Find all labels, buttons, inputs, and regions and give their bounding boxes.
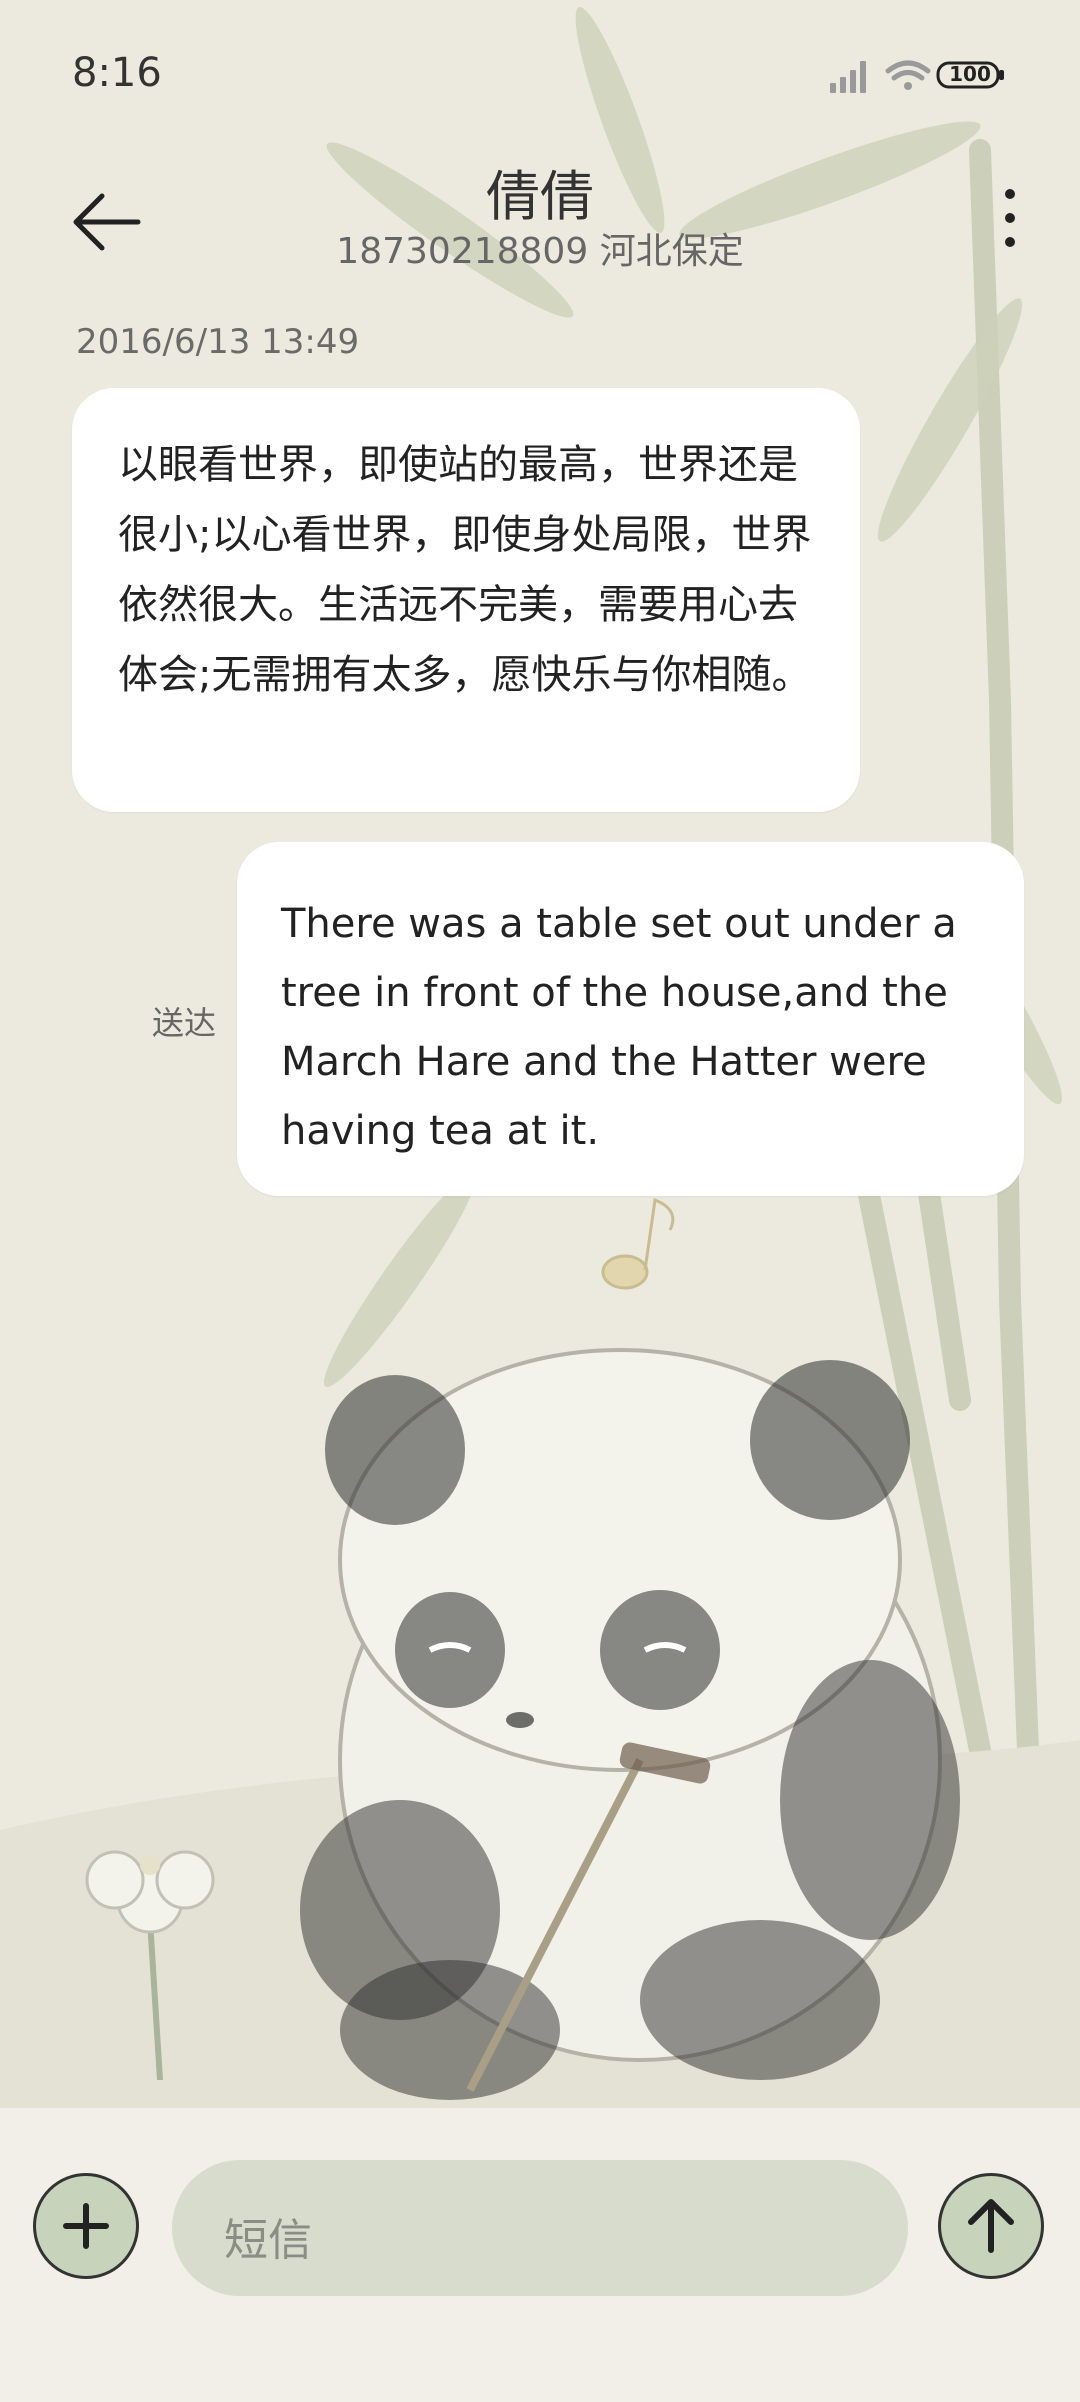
conversation-header: 倩倩 18730218809 河北保定 bbox=[0, 140, 1080, 300]
more-options-button[interactable] bbox=[980, 182, 1040, 262]
plus-icon bbox=[63, 2203, 109, 2249]
send-button[interactable] bbox=[938, 2173, 1044, 2279]
contact-name: 倩倩 bbox=[486, 165, 594, 228]
message-input[interactable]: 短信 bbox=[172, 2160, 908, 2296]
status-time: 8:16 bbox=[72, 50, 162, 96]
wifi-icon bbox=[885, 60, 931, 90]
message-timestamp: 2016/6/13 13:49 bbox=[76, 322, 360, 362]
message-text: 以眼看世界，即使站的最高，世界还是很小;以心看世界，即使身处局限，世界依然很大。… bbox=[118, 442, 812, 698]
attach-button[interactable] bbox=[33, 2173, 139, 2279]
message-input-placeholder: 短信 bbox=[224, 2215, 312, 2266]
more-vertical-icon bbox=[1005, 189, 1015, 247]
incoming-message-bubble[interactable]: 以眼看世界，即使站的最高，世界还是很小;以心看世界，即使身处局限，世界依然很大。… bbox=[72, 388, 860, 812]
status-icons: 100 bbox=[828, 55, 1008, 95]
battery-level: 100 bbox=[949, 62, 991, 86]
signal-icon bbox=[830, 61, 866, 93]
delivery-status: 送达 bbox=[152, 1004, 217, 1042]
message-text: There was a table set out under a tree i… bbox=[281, 901, 957, 1154]
status-bar: 8:16 100 bbox=[0, 0, 1080, 150]
contact-info: 18730218809 河北保定 bbox=[336, 231, 744, 272]
arrow-up-icon bbox=[968, 2199, 1014, 2253]
outgoing-message-bubble[interactable]: There was a table set out under a tree i… bbox=[237, 842, 1024, 1196]
